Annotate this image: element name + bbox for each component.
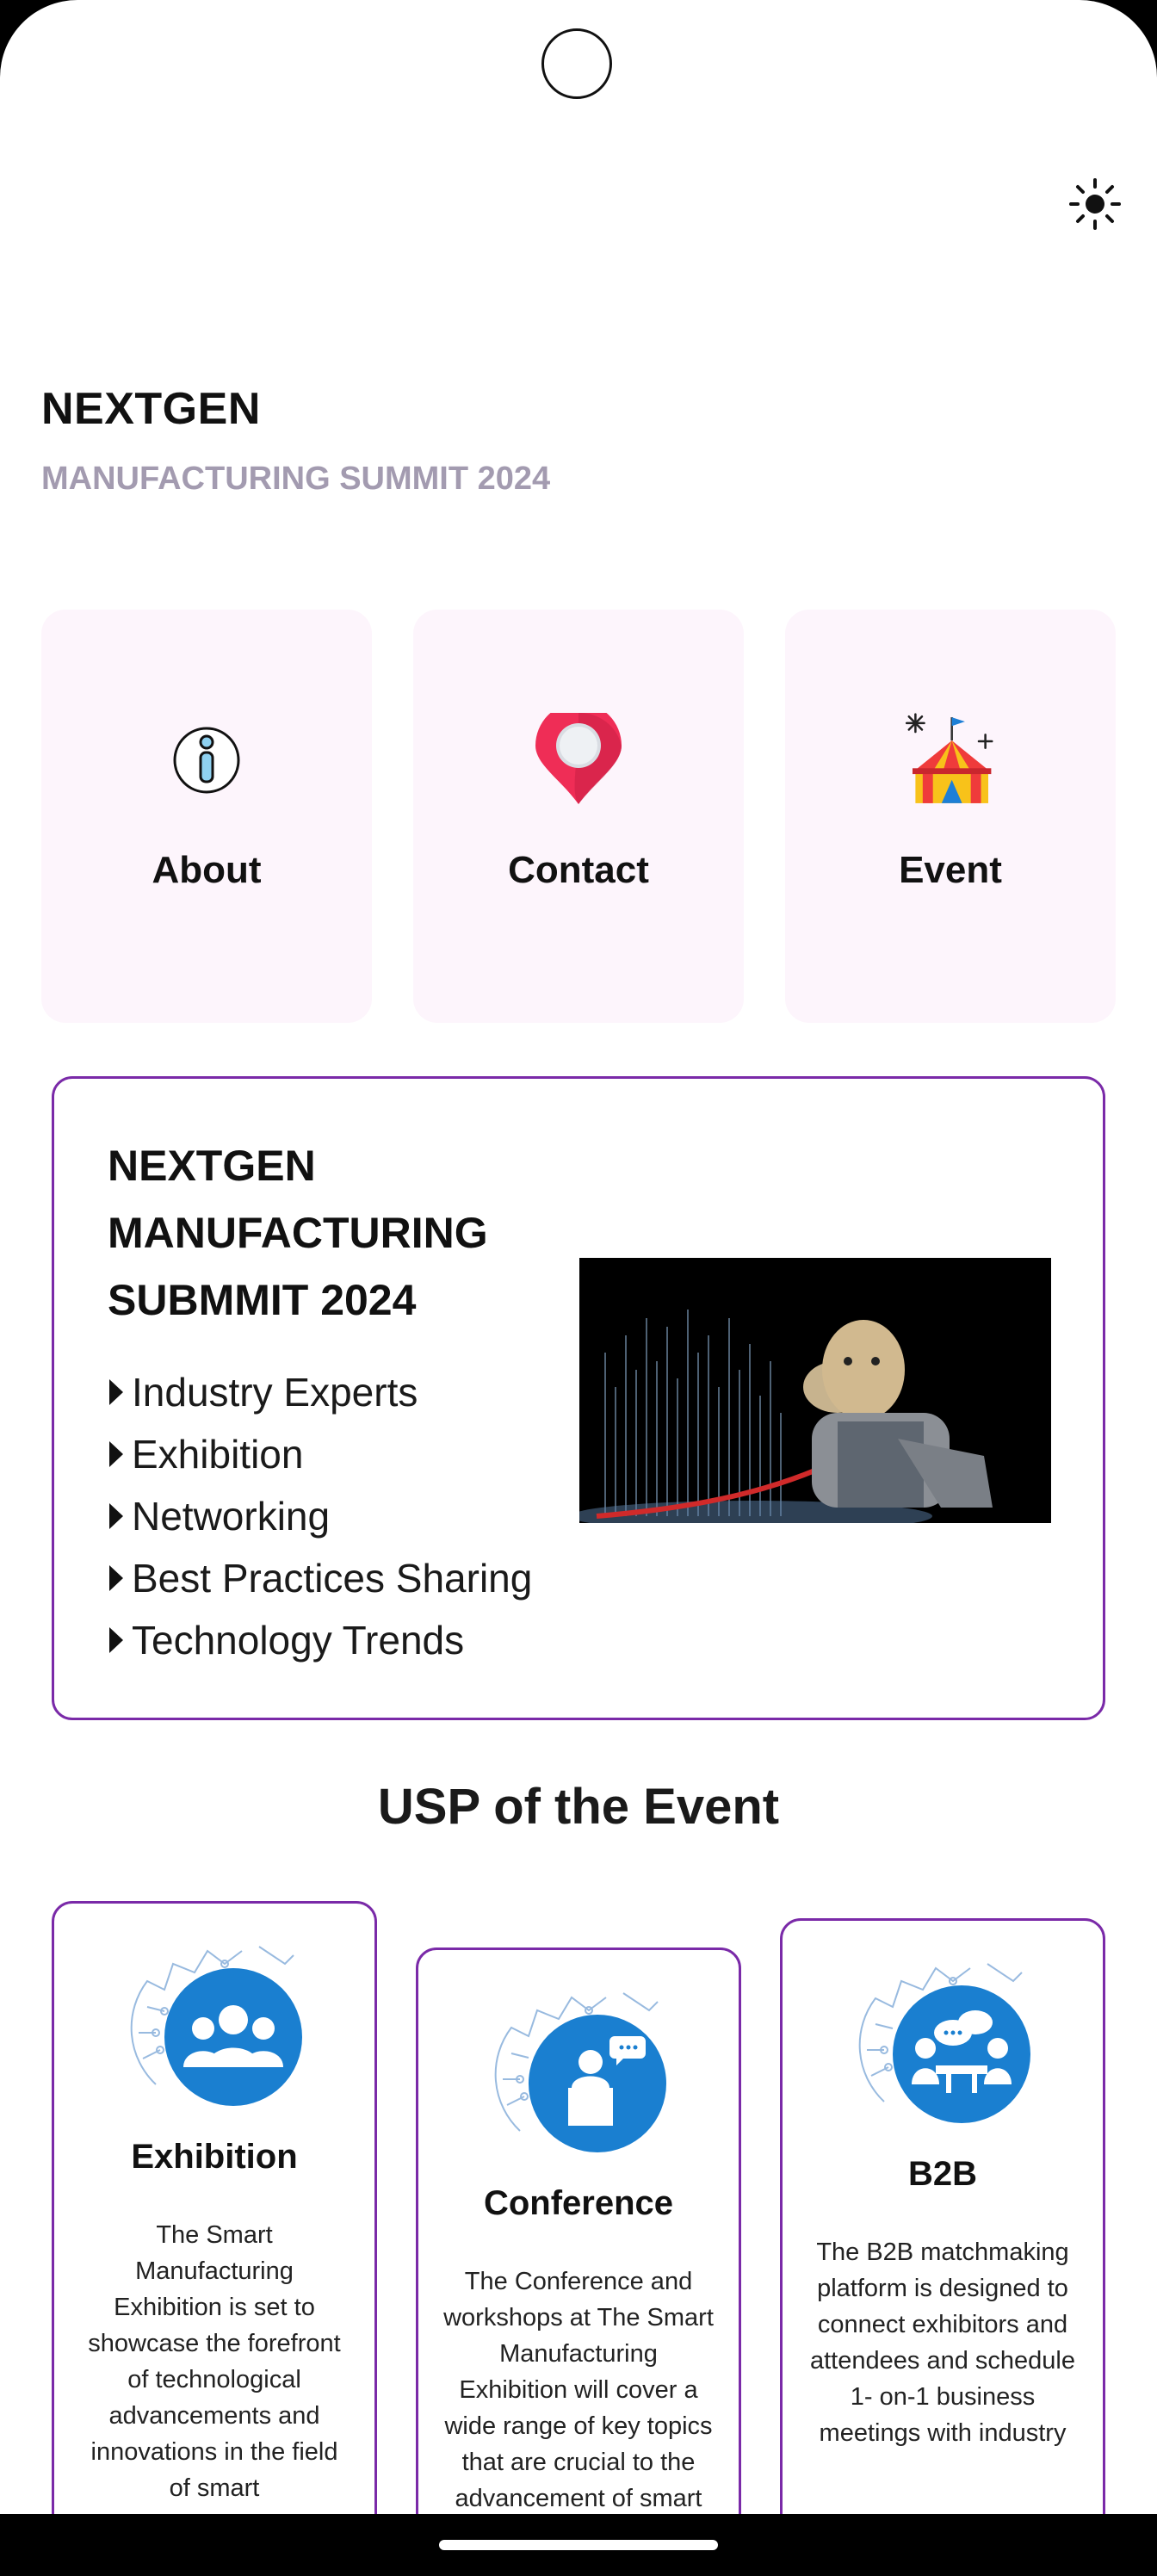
highlight-item: Exhibition: [108, 1423, 532, 1485]
b2b-meeting-icon: [858, 1963, 1030, 2123]
exhibition-people-icon: [130, 1946, 302, 2106]
usp-card-title: B2B: [907, 2155, 978, 2193]
summit-title: NEXTGEN MANUFACTURING SUBMMIT 2024: [108, 1142, 488, 1324]
usp-card-title: Exhibition: [131, 2138, 298, 2176]
circus-tent-icon: [905, 713, 993, 803]
app-title: NEXTGEN: [41, 384, 261, 434]
highlights-list: Industry Experts Exhibition Networking B…: [108, 1361, 532, 1671]
highlight-item: Industry Experts: [108, 1361, 532, 1423]
bullet-icon: [109, 1627, 123, 1653]
tile-contact[interactable]: Contact: [413, 610, 744, 1023]
location-pin-icon: [535, 713, 622, 804]
usp-card-body: The Conference and workshops at The Smar…: [443, 2268, 714, 2548]
usp-card-exhibition: Exhibition The Smart Manufacturing Exhib…: [52, 1901, 377, 2576]
usp-card-body: The B2B matchmaking platform is designed…: [810, 2239, 1075, 2447]
highlight-item: Technology Trends: [108, 1609, 532, 1671]
summit-highlights-card: NEXTGEN MANUFACTURING SUBMMIT 2024 Indus…: [52, 1076, 1105, 1720]
sun-icon[interactable]: [1067, 176, 1123, 232]
highlight-item: Networking: [108, 1485, 532, 1547]
usp-section-title: USP of the Event: [377, 1779, 780, 1835]
usp-card-conference: Conference The Conference and workshops …: [416, 1947, 741, 2576]
tile-event-label: Event: [899, 849, 1002, 891]
home-indicator[interactable]: [439, 2540, 718, 2550]
app-screen: NEXTGEN MANUFACTURING SUMMIT 2024 About …: [0, 0, 1157, 2576]
usp-card-title: Conference: [483, 2184, 674, 2222]
usp-card-b2b: B2B The B2B matchmaking platform is desi…: [780, 1918, 1105, 2576]
tile-about-label: About: [152, 849, 262, 891]
tile-event[interactable]: Event: [785, 610, 1116, 1023]
bullet-icon: [109, 1503, 123, 1529]
bullet-icon: [109, 1441, 123, 1467]
usp-card-body: The Smart Manufacturing Exhibition is se…: [88, 2221, 341, 2502]
info-icon: [173, 727, 240, 794]
highlight-item: Best Practices Sharing: [108, 1547, 532, 1609]
summit-video[interactable]: [579, 1258, 1051, 1523]
conference-speaker-icon: [494, 1992, 666, 2152]
bullet-icon: [109, 1565, 123, 1591]
tile-contact-label: Contact: [508, 849, 649, 891]
tile-about[interactable]: About: [41, 610, 372, 1023]
app-subtitle: MANUFACTURING SUMMIT 2024: [41, 461, 551, 497]
front-camera: [541, 28, 612, 99]
bullet-icon: [109, 1379, 123, 1405]
